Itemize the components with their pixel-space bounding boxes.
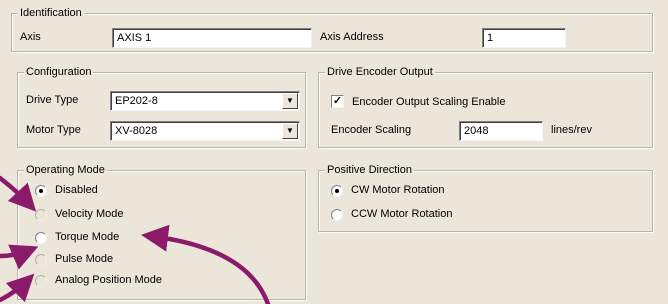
operating-mode-group: Operating Mode Disabled Velocity Mode To… — [17, 164, 306, 300]
configuration-legend: Configuration — [24, 66, 94, 78]
radio-velocity-mode[interactable] — [35, 209, 47, 221]
chevron-down-icon[interactable]: ▼ — [282, 93, 298, 109]
encoder-scaling-label: Encoder Scaling — [331, 124, 412, 136]
ccw-rotation-label: CCW Motor Rotation — [351, 208, 453, 220]
positive-direction-legend: Positive Direction — [325, 164, 414, 176]
drive-type-value: EP202-8 — [115, 95, 158, 107]
mode-pulse-label: Pulse Mode — [55, 253, 114, 265]
drive-type-select[interactable]: EP202-8 ▼ — [110, 91, 300, 111]
operating-mode-legend: Operating Mode — [24, 164, 107, 176]
axis-address-input[interactable]: 1 — [482, 28, 566, 48]
drive-type-label: Drive Type — [26, 94, 79, 106]
configuration-group: Configuration Drive Type EP202-8 ▼ Motor… — [17, 66, 306, 148]
radio-analog-position-mode[interactable] — [35, 275, 47, 287]
radio-cw-rotation[interactable] — [331, 185, 343, 197]
identification-legend: Identification — [18, 7, 84, 19]
scaling-enable-label: Encoder Output Scaling Enable — [352, 96, 506, 108]
mode-torque-label: Torque Mode — [55, 231, 120, 243]
check-icon[interactable]: ✓ — [331, 95, 344, 108]
encoder-output-legend: Drive Encoder Output — [325, 66, 435, 78]
mode-disabled-label: Disabled — [55, 184, 98, 196]
identification-group: Identification Axis AXIS 1 Axis Address … — [11, 7, 653, 52]
mode-analog-position-label: Analog Position Mode — [55, 274, 163, 286]
scaling-unit-label: lines/rev — [551, 124, 592, 136]
chevron-down-icon[interactable]: ▼ — [282, 123, 298, 139]
radio-pulse-mode[interactable] — [35, 254, 47, 266]
radio-torque-mode[interactable] — [35, 232, 47, 244]
radio-disabled[interactable] — [35, 185, 47, 197]
motor-type-value: XV-8028 — [115, 125, 158, 137]
encoder-scaling-input[interactable]: 2048 — [459, 121, 543, 141]
axis-name-input[interactable]: AXIS 1 — [112, 28, 312, 48]
axis-label: Axis — [20, 31, 41, 43]
motor-type-label: Motor Type — [26, 124, 81, 136]
axis-address-label: Axis Address — [320, 31, 384, 43]
cw-rotation-label: CW Motor Rotation — [351, 184, 445, 196]
motor-type-select[interactable]: XV-8028 ▼ — [110, 121, 300, 141]
radio-ccw-rotation[interactable] — [331, 209, 343, 221]
positive-direction-group: Positive Direction CW Motor Rotation CCW… — [318, 164, 653, 232]
encoder-output-group: Drive Encoder Output ✓ Encoder Output Sc… — [318, 66, 653, 148]
mode-velocity-label: Velocity Mode — [55, 208, 124, 220]
